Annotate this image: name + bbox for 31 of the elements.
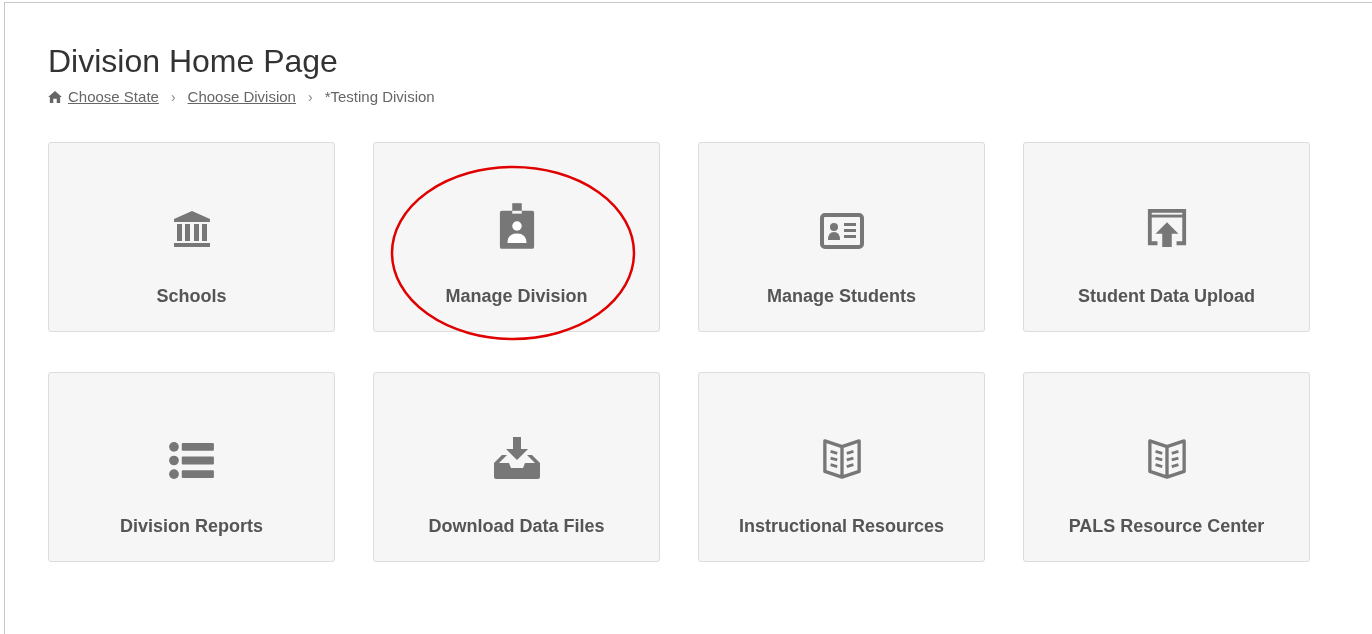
tile-label: Schools xyxy=(156,285,227,308)
breadcrumb-link[interactable]: Choose State xyxy=(68,87,159,107)
tile-card[interactable]: Download Data Files xyxy=(373,372,660,562)
tile-card[interactable]: Schools xyxy=(48,142,335,332)
list-icon xyxy=(169,442,214,479)
tile-label: Manage Division xyxy=(445,285,588,308)
tile-card[interactable]: Student Data Upload xyxy=(1023,142,1310,332)
download-icon xyxy=(493,437,540,479)
tile-card[interactable]: PALS Resource Center xyxy=(1023,372,1310,562)
tile-label: Manage Students xyxy=(767,285,916,308)
breadcrumb-separator: › xyxy=(170,88,176,107)
bank-icon xyxy=(171,209,212,249)
badge-icon xyxy=(497,203,536,249)
tile-label: PALS Resource Center xyxy=(1068,515,1265,538)
page-title: Division Home Page xyxy=(48,42,339,81)
tile-label: Division Reports xyxy=(120,515,263,538)
breadcrumb-separator: › xyxy=(307,88,313,107)
tile-card[interactable]: Division Reports xyxy=(48,372,335,562)
home-icon xyxy=(48,91,62,103)
book-icon xyxy=(821,439,862,479)
tile-label: Download Data Files xyxy=(428,515,605,538)
tile-card[interactable]: Manage Students xyxy=(698,142,985,332)
id-card-icon xyxy=(819,213,864,249)
tile-label: Instructional Resources xyxy=(738,515,945,538)
breadcrumb-current: *Testing Division xyxy=(324,87,435,107)
book-icon xyxy=(1146,439,1187,479)
tile-label: Student Data Upload xyxy=(1078,285,1255,308)
upload-icon xyxy=(1145,207,1188,249)
tile-card[interactable]: Manage Division xyxy=(373,142,660,332)
tile-card[interactable]: Instructional Resources xyxy=(698,372,985,562)
breadcrumb-link[interactable]: Choose Division xyxy=(187,87,296,107)
